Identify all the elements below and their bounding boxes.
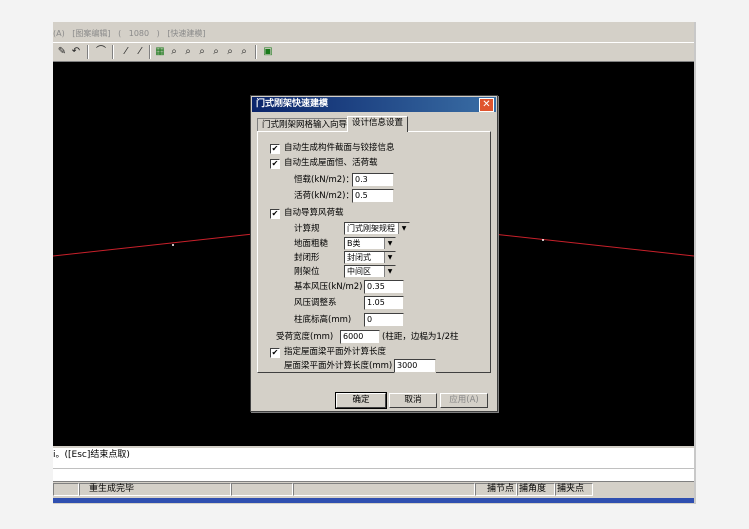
label-wind: 自动导算风荷载 bbox=[284, 208, 344, 218]
menu-item-quick-model[interactable]: [快速建模] bbox=[167, 29, 205, 38]
grid-icon[interactable]: ▦ bbox=[153, 45, 167, 58]
settings-panel: ✔ 自动生成构件截面与铰接信息 ✔ 自动生成屋面恒、活荷载 恒载(kN/m2)：… bbox=[257, 131, 491, 373]
close-icon[interactable]: ✕ bbox=[479, 98, 494, 112]
roof-line-right bbox=[492, 233, 694, 257]
label-column-base: 柱底标高(mm) bbox=[294, 315, 352, 325]
status-cell bbox=[293, 483, 475, 496]
command-prompt: i。([Esc]结束点取) bbox=[53, 450, 130, 460]
line-icon[interactable]: ⁄ bbox=[119, 45, 133, 58]
input-load-width[interactable]: 6000 bbox=[340, 330, 380, 344]
label-wind-pressure: 基本风压(kN/m2) bbox=[294, 282, 363, 292]
input-outplane-length[interactable]: 3000 bbox=[394, 359, 436, 373]
select-enclosure-value: 封闭式 bbox=[347, 253, 371, 262]
toolbar-separator bbox=[149, 45, 151, 59]
node-point bbox=[172, 244, 174, 246]
label-section-bolt: 自动生成构件截面与铰接信息 bbox=[284, 143, 395, 153]
label-code: 计算规 bbox=[294, 224, 320, 234]
label-dead-load: 恒载(kN/m2)： bbox=[294, 175, 354, 185]
zoom-region-icon[interactable]: ⌕ bbox=[167, 45, 181, 58]
paint-icon[interactable]: ✎ bbox=[55, 45, 69, 58]
tab-grid-wizard[interactable]: 门式刚架网格输入向导 bbox=[257, 118, 353, 132]
zoom-all-icon[interactable]: ⌕ bbox=[195, 45, 209, 58]
menu-item-edit[interactable]: [图案编辑] bbox=[72, 29, 110, 38]
label-enclosure: 封闭形 bbox=[294, 253, 320, 263]
roof-line-left bbox=[53, 233, 254, 257]
menu-item-a[interactable]: (A) bbox=[53, 29, 65, 38]
select-roughness-value: B类 bbox=[347, 239, 361, 248]
menu-item-paren-close: ) bbox=[156, 29, 160, 38]
label-outplane-length: 屋面梁平面外计算长度(mm) bbox=[284, 361, 393, 371]
dialog-titlebar[interactable]: 门式刚架快速建模 ✕ bbox=[252, 97, 496, 112]
input-wind-adjust[interactable]: 1.05 bbox=[364, 296, 404, 310]
dialog-title: 门式刚架快速建模 bbox=[256, 99, 329, 109]
select-frame-position-value: 中间区 bbox=[347, 267, 371, 276]
apply-button[interactable]: 应用(A) bbox=[440, 393, 488, 408]
status-cell bbox=[53, 483, 79, 496]
zoom-out-icon[interactable]: ⌕ bbox=[223, 45, 237, 58]
label-wind-adjust: 风压调整系 bbox=[294, 298, 337, 308]
arc-icon[interactable]: ⌒ bbox=[94, 45, 108, 58]
label-frame-position: 刚架位 bbox=[294, 267, 320, 277]
status-cell bbox=[231, 483, 293, 496]
window-border bbox=[694, 22, 696, 504]
cancel-button[interactable]: 取消 bbox=[389, 393, 437, 408]
undo-icon[interactable]: ↶ bbox=[69, 45, 83, 58]
checkbox-roof-load[interactable]: ✔ bbox=[270, 159, 280, 169]
chevron-down-icon[interactable]: ▼ bbox=[384, 266, 395, 277]
chevron-down-icon[interactable]: ▼ bbox=[384, 252, 395, 263]
menu-item-1080[interactable]: 1080 bbox=[129, 29, 149, 38]
ok-button[interactable]: 确定 bbox=[335, 392, 387, 409]
statusbar: 重生成完毕 捕节点 捕角度 捕夹点 bbox=[53, 483, 694, 496]
label-outplane: 指定屋面梁平面外计算长度 bbox=[284, 347, 387, 357]
zoom-in-icon[interactable]: ⌕ bbox=[209, 45, 223, 58]
select-enclosure[interactable]: 封闭式 ▼ bbox=[344, 251, 396, 264]
input-dead-load[interactable]: 0.3 bbox=[352, 173, 394, 187]
checkbox-outplane[interactable]: ✔ bbox=[270, 348, 280, 358]
menubar: (A) [图案编辑] ( 1080 ) [快速建模] bbox=[53, 28, 694, 40]
select-frame-position[interactable]: 中间区 ▼ bbox=[344, 265, 396, 278]
toolbar: ✎ ↶ ⌒ ⁄ ⁄ ▦ ⌕ ⌕ ⌕ ⌕ ⌕ ⌕ ▣ bbox=[53, 42, 694, 62]
toolbar-separator bbox=[255, 45, 257, 59]
command-input[interactable] bbox=[53, 469, 694, 482]
chevron-down-icon[interactable]: ▼ bbox=[398, 223, 409, 234]
quick-model-dialog: 门式刚架快速建模 ✕ 门式刚架网格输入向导 设计信息设置 ✔ 自动生成构件截面与… bbox=[250, 95, 498, 412]
label-load-width: 受荷宽度(mm) bbox=[276, 332, 334, 342]
label-roughness: 地面粗糙 bbox=[294, 239, 329, 249]
snap-mid-label: 捕夹点 bbox=[557, 484, 585, 494]
help-icon[interactable]: ▣ bbox=[261, 45, 275, 58]
input-wind-pressure[interactable]: 0.35 bbox=[364, 280, 404, 294]
pan-icon[interactable]: ⌕ bbox=[237, 45, 251, 58]
tab-design-settings[interactable]: 设计信息设置 bbox=[347, 116, 409, 132]
snap-angle-label: 捕角度 bbox=[519, 484, 547, 494]
checkbox-wind[interactable]: ✔ bbox=[270, 209, 280, 219]
input-live-load[interactable]: 0.5 bbox=[352, 189, 394, 203]
line2-icon[interactable]: ⁄ bbox=[133, 45, 147, 58]
command-line[interactable]: i。([Esc]结束点取) bbox=[53, 448, 694, 469]
label-roof-load: 自动生成屋面恒、活荷载 bbox=[284, 158, 378, 168]
checkbox-section-bolt[interactable]: ✔ bbox=[270, 144, 280, 154]
select-roughness[interactable]: B类 ▼ bbox=[344, 237, 396, 250]
zoom-prev-icon[interactable]: ⌕ bbox=[181, 45, 195, 58]
select-code[interactable]: 门式刚架规程 ▼ bbox=[344, 222, 410, 235]
select-code-value: 门式刚架规程 bbox=[347, 224, 395, 233]
label-live-load: 活荷(kN/m2)： bbox=[294, 191, 354, 201]
input-column-base[interactable]: 0 bbox=[364, 313, 404, 327]
load-width-hint: (柱距，边榀为1/2柱 bbox=[382, 332, 459, 342]
node-point bbox=[542, 239, 544, 241]
menu-item-paren-open: ( bbox=[118, 29, 122, 38]
status-message: 重生成完毕 bbox=[89, 484, 135, 494]
snap-node-label: 捕节点 bbox=[487, 484, 515, 494]
chevron-down-icon[interactable]: ▼ bbox=[384, 238, 395, 249]
taskbar-strip bbox=[53, 498, 694, 503]
toolbar-separator bbox=[112, 45, 114, 59]
toolbar-separator bbox=[87, 45, 89, 59]
